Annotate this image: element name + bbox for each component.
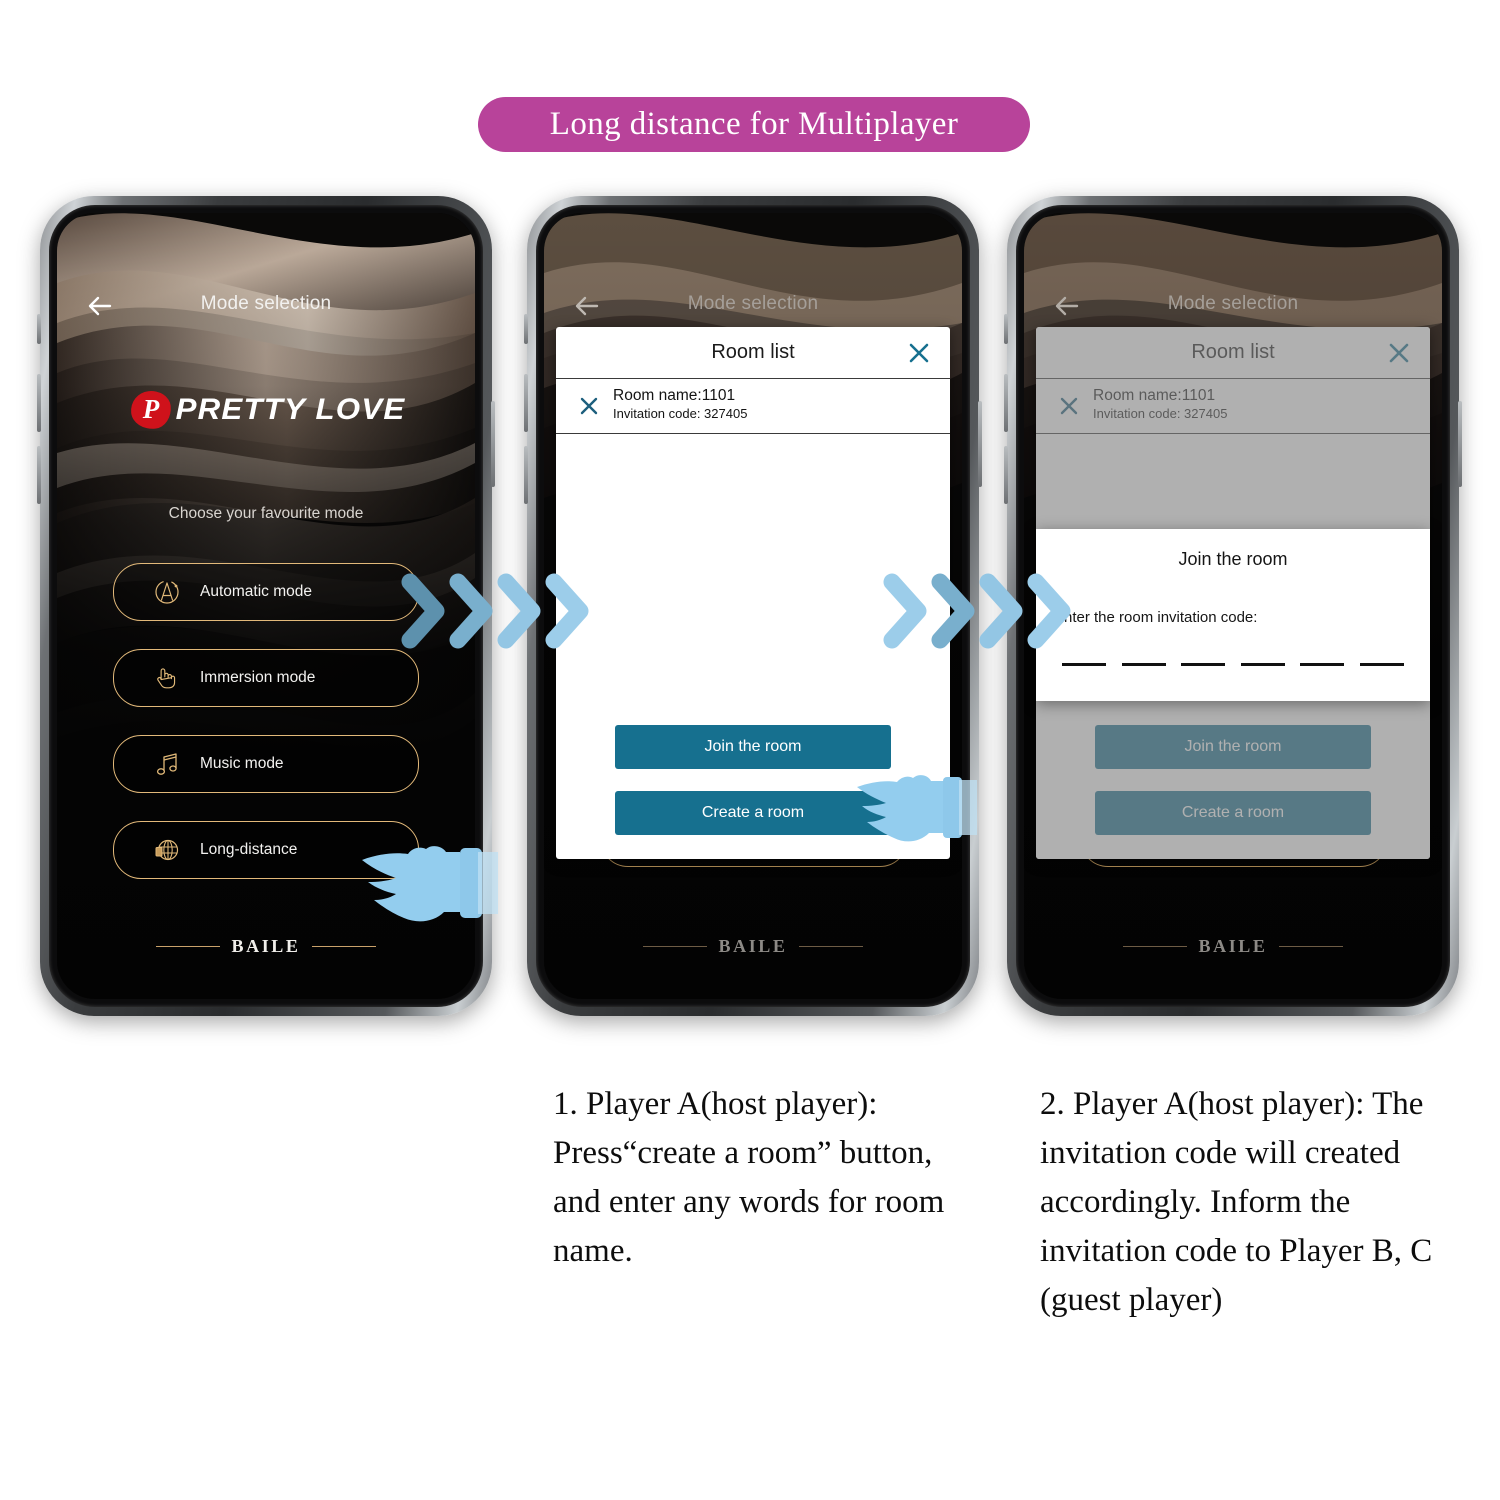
- badge-letter: P: [142, 393, 160, 424]
- caption-step-2: 2. Player A(host player): The invitation…: [1040, 1086, 1433, 1318]
- create-a-room-button[interactable]: Create a room: [615, 791, 891, 835]
- mode-label-music: Music mode: [200, 755, 284, 772]
- globe-icon: [152, 835, 182, 865]
- join-the-room-button[interactable]: Join the room: [615, 725, 891, 769]
- code-slot[interactable]: [1240, 663, 1285, 666]
- room-name-label: Room name:1101: [613, 387, 736, 404]
- footer-brand-text: BAILE: [1198, 936, 1268, 956]
- phone-volume-up-button[interactable]: [524, 374, 528, 432]
- phone-power-button[interactable]: [978, 401, 982, 487]
- mode-button-automatic[interactable]: Automatic mode: [113, 563, 419, 621]
- brand-footer: BAILE: [57, 936, 475, 957]
- pointing-hand-icon: [857, 775, 977, 842]
- join-room-prompt: Enter the room invitation code:: [1054, 609, 1258, 626]
- footer-rule-left: [156, 945, 221, 948]
- footer-brand-text: BAILE: [231, 936, 301, 956]
- pretty-love-badge-icon: P: [129, 389, 173, 431]
- footer-rule-right: [311, 945, 376, 948]
- room-list-dialog-header: Room list: [556, 327, 950, 379]
- mode-button-music[interactable]: Music mode: [113, 735, 419, 793]
- invitation-code-label: Invitation code: 327405: [613, 406, 748, 421]
- immersion-hand-icon: [152, 663, 182, 693]
- close-x-icon[interactable]: [906, 340, 932, 371]
- footer-rule-left: [1123, 945, 1188, 948]
- room-list-row[interactable]: Room name:1101 Invitation code: 327405: [556, 379, 950, 434]
- page-title: Long distance for Multiplayer: [549, 106, 959, 142]
- pointing-hand-cursor-long-distance: [360, 838, 498, 936]
- code-slot[interactable]: [1359, 663, 1404, 666]
- screen-title: Mode selection: [687, 293, 819, 314]
- music-icon-glyph: [156, 753, 177, 775]
- join-room-dialog-title: Join the room: [1178, 549, 1288, 569]
- footer-rule-right: [1278, 945, 1343, 948]
- close-x-glyph: [909, 343, 929, 363]
- automatic-icon-glyph: [155, 580, 179, 604]
- app-topbar: Mode selection: [57, 291, 475, 325]
- screen-title: Mode selection: [200, 293, 332, 314]
- music-note-icon: [152, 749, 182, 779]
- close-x-glyph: [580, 397, 598, 415]
- close-x-icon[interactable]: [578, 395, 600, 422]
- phone-power-button[interactable]: [491, 401, 495, 487]
- mode-label-immersion: Immersion mode: [200, 669, 316, 686]
- phone-screen: Mode selection remote mode BAILE: [1024, 213, 1442, 999]
- phone-mute-switch[interactable]: [37, 314, 41, 344]
- mode-label-long-distance: Long-distance: [200, 841, 298, 858]
- mode-button-immersion[interactable]: Immersion mode: [113, 649, 419, 707]
- phone-mute-switch[interactable]: [1004, 314, 1008, 344]
- flow-arrows-step1: [396, 572, 589, 650]
- phone-volume-down-button[interactable]: [37, 446, 41, 504]
- footer-rule-right: [798, 945, 863, 948]
- app-topbar: Mode selection: [544, 291, 962, 325]
- chevron-right-icon: [545, 573, 589, 649]
- phone-volume-down-button[interactable]: [524, 446, 528, 504]
- code-slot[interactable]: [1181, 663, 1226, 666]
- room-list-dialog-title: Room list: [711, 341, 795, 363]
- caption-step-1: 1. Player A(host player): Press“create a…: [553, 1086, 945, 1269]
- mode-label-automatic: Automatic mode: [200, 583, 312, 600]
- phone-power-button[interactable]: [1458, 401, 1462, 487]
- brand-logo: P PRETTY LOVE: [57, 389, 475, 431]
- code-slot[interactable]: [1300, 663, 1345, 666]
- code-slot[interactable]: [1121, 663, 1166, 666]
- footer-brand-text: BAILE: [718, 936, 788, 956]
- brand-wordmark: PRETTY LOVE: [175, 393, 406, 426]
- instruction-sheet: Long distance for Multiplayer Mode selec…: [0, 0, 1500, 1500]
- flow-arrows-step2: [878, 572, 1071, 650]
- chevron-right-icon: [1027, 573, 1071, 649]
- globe-icon-glyph: [155, 839, 179, 861]
- phone-volume-down-button[interactable]: [1004, 446, 1008, 504]
- brand-footer: BAILE: [1024, 936, 1442, 957]
- app-topbar: Mode selection: [1024, 291, 1442, 325]
- phone-mute-switch[interactable]: [524, 314, 528, 344]
- join-room-dialog: Join the room Enter the room invitation …: [1036, 529, 1430, 701]
- page-title-banner: Long distance for Multiplayer: [478, 97, 1030, 152]
- invitation-code-input[interactable]: [1062, 663, 1404, 666]
- code-slot[interactable]: [1062, 663, 1106, 666]
- phone-volume-up-button[interactable]: [1004, 374, 1008, 432]
- footer-rule-left: [643, 945, 708, 948]
- room-row-texts: Room name:1101 Invitation code: 327405: [613, 386, 747, 423]
- hand-icon-glyph: [157, 668, 176, 689]
- mode-subtitle: Choose your favourite mode: [168, 505, 364, 522]
- automatic-mode-icon: [152, 577, 182, 607]
- pointing-hand-cursor-create-room: [855, 768, 977, 854]
- brand-footer: BAILE: [544, 936, 962, 957]
- screen-title: Mode selection: [1167, 293, 1299, 314]
- phone-volume-up-button[interactable]: [37, 374, 41, 432]
- pointing-hand-icon: [362, 846, 498, 922]
